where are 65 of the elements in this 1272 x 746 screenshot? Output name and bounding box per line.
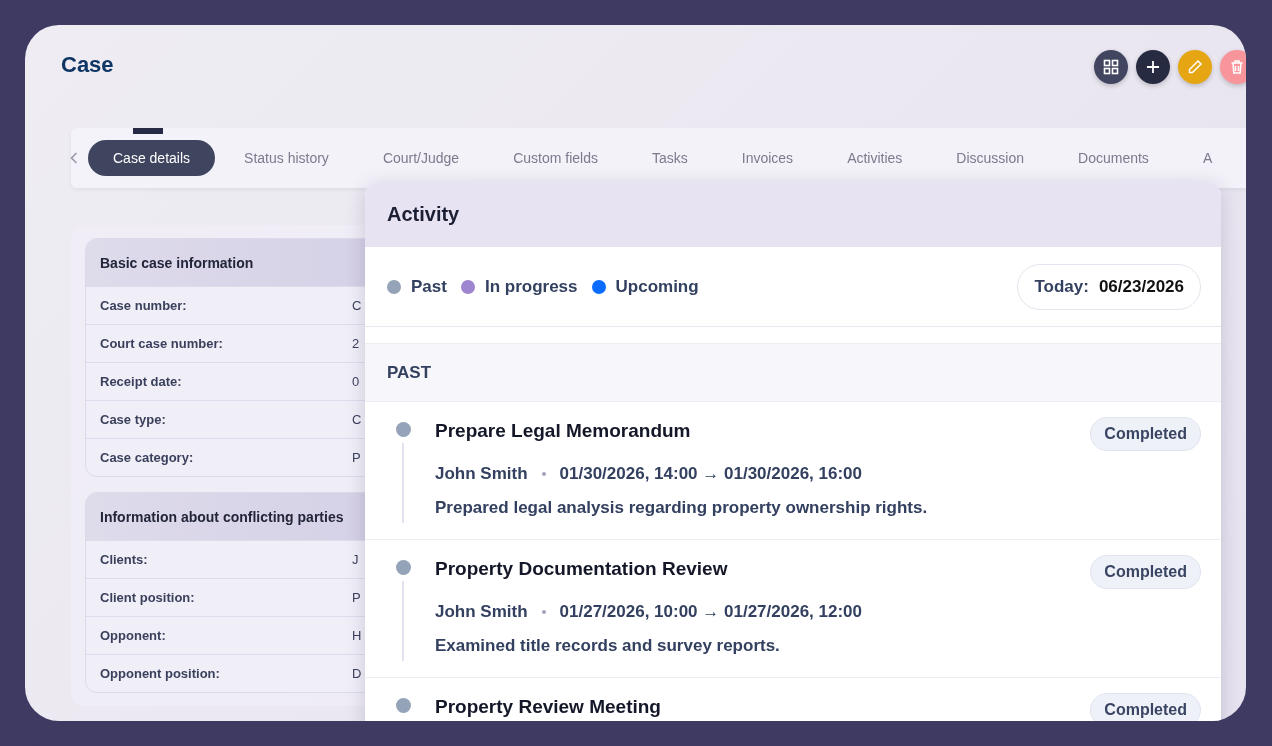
tab-indicator	[133, 128, 163, 134]
field-value: P	[352, 450, 361, 465]
status-badge: Completed	[1090, 693, 1201, 721]
legend-label: Past	[411, 276, 447, 297]
grid-icon	[1103, 59, 1119, 75]
status-badge: Completed	[1090, 417, 1201, 451]
field-value: P	[352, 590, 361, 605]
tab[interactable]: Discussion	[931, 140, 1050, 176]
field-value: C	[352, 412, 362, 427]
activity-time: 01/30/2026, 14:00 → 01/30/2026, 16:00	[559, 464, 863, 484]
field-value: H	[352, 628, 362, 643]
activity-title-text: Property Documentation Review	[435, 558, 729, 580]
tab[interactable]: A	[1177, 140, 1238, 176]
delete-button[interactable]	[1220, 50, 1246, 84]
tab[interactable]: Court/Judge	[357, 140, 485, 176]
legend-label: In progress	[484, 276, 578, 297]
timeline-dot	[395, 422, 411, 437]
activity-description: Examined title records and survey reports.	[435, 636, 781, 656]
timeline-dot	[395, 698, 411, 713]
separator-dot	[541, 610, 546, 614]
edit-button[interactable]	[1178, 50, 1212, 84]
field-label: Case category:	[100, 450, 195, 465]
field-value: 2	[352, 336, 360, 351]
tab[interactable]: Documents	[1053, 140, 1174, 176]
field-label: Court case number:	[100, 336, 224, 351]
chevron-left-icon[interactable]	[70, 152, 78, 164]
today-date: 06/23/2026	[1098, 276, 1184, 297]
field-label: Opponent:	[100, 628, 167, 643]
tab[interactable]: Invoices	[716, 140, 819, 176]
activity-title-text: Prepare Legal Memorandum	[435, 420, 692, 442]
section-title: Basic case information	[100, 254, 254, 271]
tab[interactable]: Tasks	[626, 140, 713, 176]
group-title: PAST	[387, 362, 432, 383]
field-label: Case number:	[100, 298, 188, 313]
grid-button[interactable]	[1094, 50, 1128, 84]
page-title: Case	[61, 52, 114, 78]
pencil-icon	[1187, 59, 1203, 75]
today-label: Today:	[1034, 276, 1089, 297]
field-label: Receipt date:	[100, 374, 183, 389]
trash-icon	[1229, 59, 1245, 75]
field-value: D	[352, 666, 362, 681]
activity-person: John Smith	[435, 602, 528, 622]
activity-person: John Smith	[435, 464, 528, 484]
tab[interactable]: Activities	[822, 140, 928, 176]
tab[interactable]: Custom fields	[488, 140, 623, 176]
tab[interactable]: Status history	[219, 140, 354, 176]
field-value: J	[352, 552, 359, 567]
field-value: C	[352, 298, 362, 313]
field-label: Clients:	[100, 552, 149, 567]
add-button[interactable]	[1136, 50, 1170, 84]
field-label: Opponent position:	[100, 666, 221, 681]
field-label: Case type:	[100, 412, 167, 427]
section-title: Information about conflicting parties	[100, 508, 344, 525]
activity-description: Prepared legal analysis regarding property ownership rights.	[435, 498, 929, 518]
field-value: 0	[352, 374, 360, 389]
legend-label: Upcoming	[615, 276, 699, 297]
activity-title-text: Property Review Meeting	[435, 696, 662, 718]
separator-dot	[541, 472, 546, 476]
activity-time: 01/27/2026, 10:00 → 01/27/2026, 12:00	[559, 602, 863, 622]
activity-title: Activity	[387, 203, 460, 226]
field-label: Client position:	[100, 590, 196, 605]
status-badge: Completed	[1090, 555, 1201, 589]
timeline-dot	[395, 560, 411, 575]
plus-icon	[1145, 59, 1161, 75]
tab[interactable]: Case details	[88, 140, 216, 176]
